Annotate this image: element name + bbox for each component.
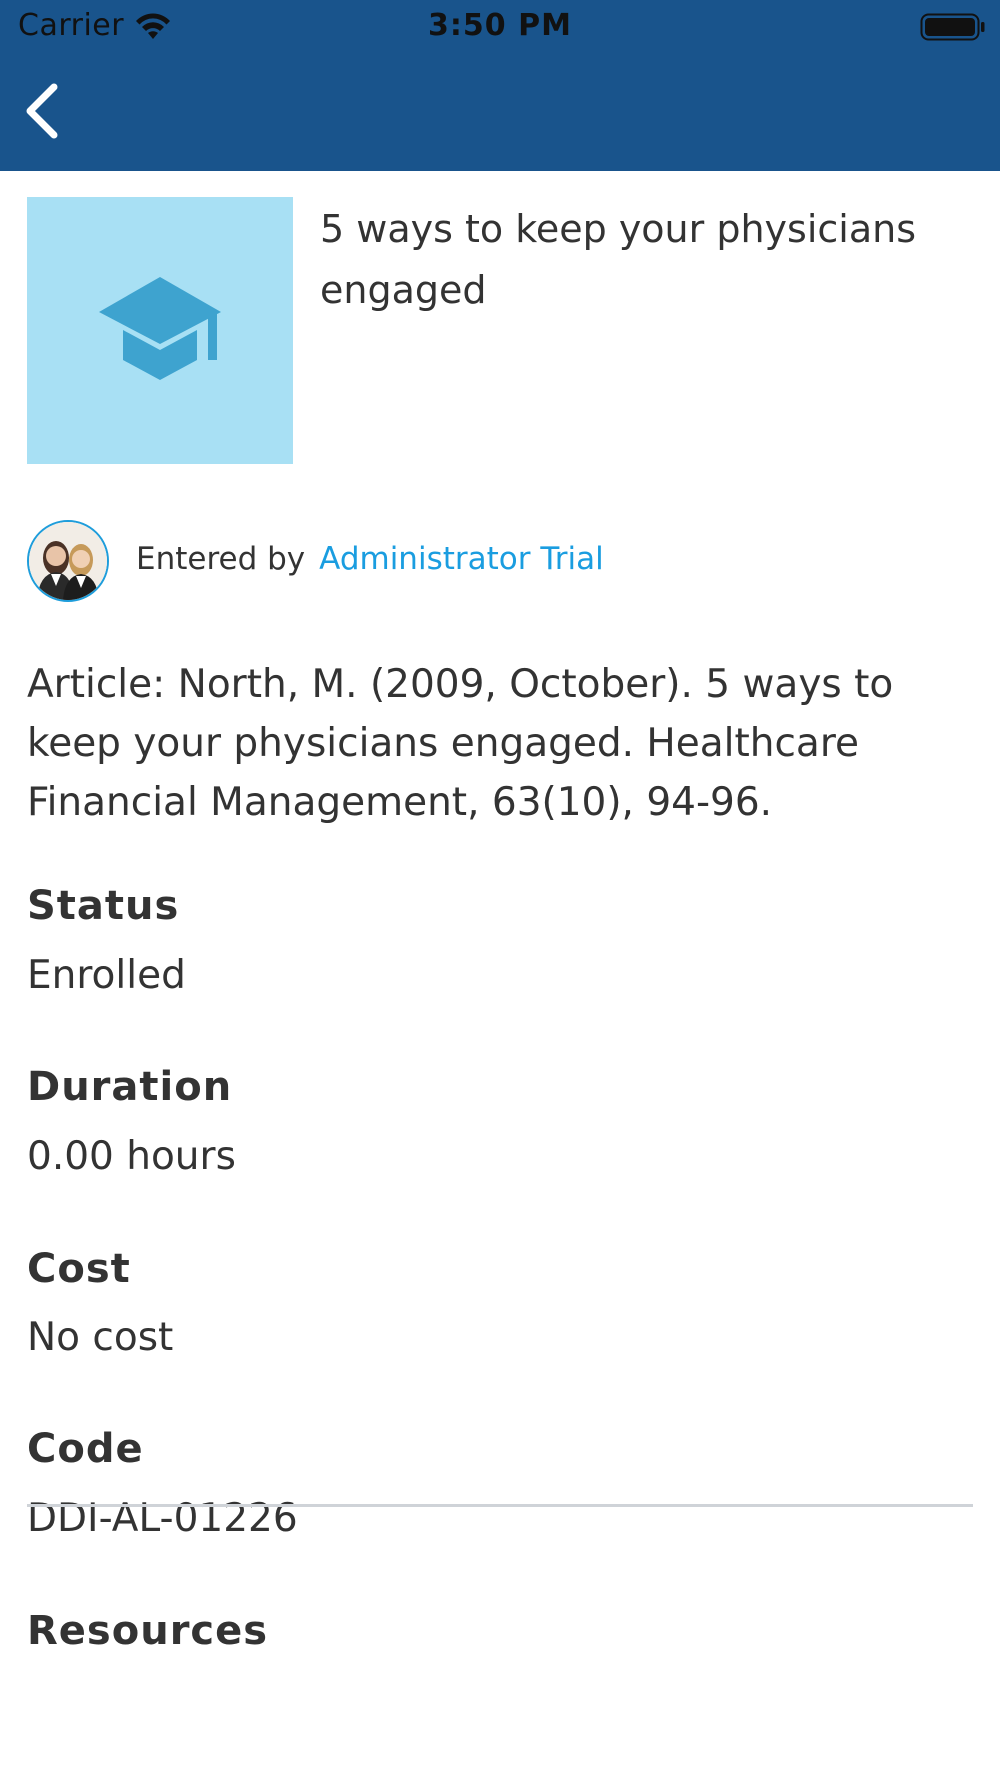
code-label: Code bbox=[27, 1426, 144, 1472]
status-label: Status bbox=[27, 883, 180, 929]
back-button[interactable] bbox=[14, 75, 74, 147]
resources-heading: Resources bbox=[27, 1608, 269, 1654]
duration-value: 0.00 hours bbox=[27, 1134, 236, 1179]
item-thumbnail bbox=[27, 197, 293, 464]
entered-by-link[interactable]: Administrator Trial bbox=[319, 541, 604, 577]
duration-label: Duration bbox=[27, 1064, 233, 1110]
item-description: Article: North, M. (2009, October). 5 wa… bbox=[27, 662, 894, 825]
battery-icon bbox=[920, 13, 985, 41]
section-divider bbox=[27, 1504, 973, 1507]
entered-by-row: Entered by Administrator Trial bbox=[136, 539, 604, 579]
user-photo-icon bbox=[29, 522, 107, 600]
entered-by-label: Entered by bbox=[136, 541, 306, 577]
chevron-left-icon bbox=[26, 83, 58, 139]
code-value: DDI-AL-01226 bbox=[27, 1496, 298, 1541]
status-value: Enrolled bbox=[27, 953, 186, 998]
graduation-cap-icon bbox=[99, 277, 221, 380]
cost-value: No cost bbox=[27, 1315, 174, 1360]
status-bar: Carrier 3:50 PM bbox=[0, 0, 1000, 55]
item-title: 5 ways to keep your physicians engaged bbox=[320, 207, 917, 312]
cost-label: Cost bbox=[27, 1246, 131, 1292]
header-bar: Carrier 3:50 PM bbox=[0, 0, 1000, 171]
clock: 3:50 PM bbox=[428, 8, 572, 43]
avatar[interactable] bbox=[27, 520, 109, 602]
